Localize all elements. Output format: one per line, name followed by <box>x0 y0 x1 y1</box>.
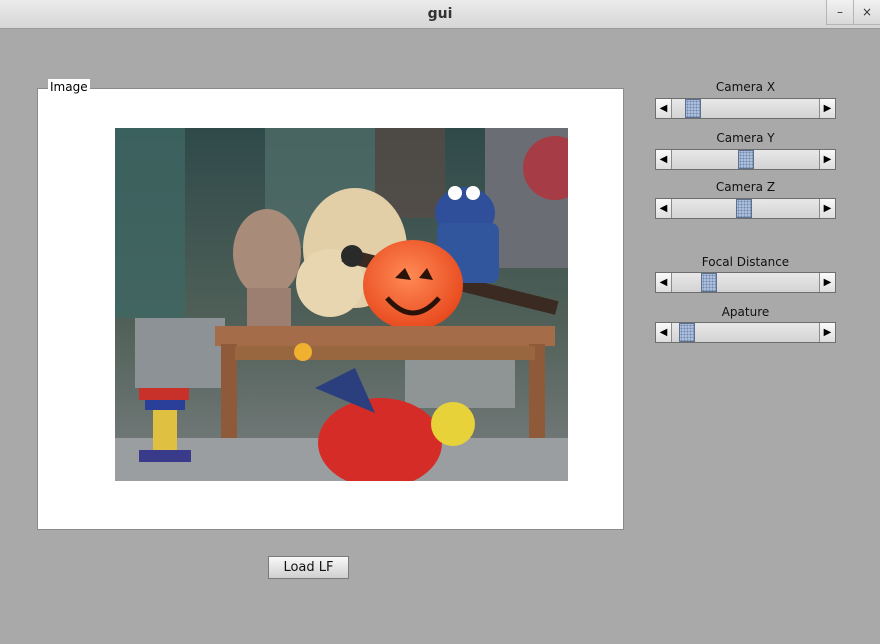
window-controls: – × <box>826 0 880 26</box>
arrow-left-icon[interactable]: ◀ <box>656 150 672 169</box>
slider-thumb[interactable] <box>700 273 717 292</box>
camera-z-label: Camera Z <box>715 180 776 194</box>
load-lf-button[interactable]: Load LF <box>268 556 349 579</box>
arrow-left-icon[interactable]: ◀ <box>656 273 672 292</box>
slider-thumb[interactable] <box>737 150 754 169</box>
slider-track[interactable] <box>672 199 819 218</box>
minimize-button[interactable]: – <box>826 0 853 25</box>
image-panel-label: Image <box>48 79 90 95</box>
camera-y-slider[interactable]: ◀ ▶ <box>655 149 836 170</box>
arrow-right-icon[interactable]: ▶ <box>819 273 835 292</box>
slider-thumb[interactable] <box>678 323 695 342</box>
arrow-left-icon[interactable]: ◀ <box>656 323 672 342</box>
arrow-right-icon[interactable]: ▶ <box>819 323 835 342</box>
slider-thumb[interactable] <box>685 99 702 118</box>
slider-track[interactable] <box>672 150 819 169</box>
arrow-right-icon[interactable]: ▶ <box>819 199 835 218</box>
light-field-image <box>115 128 568 481</box>
camera-x-label: Camera X <box>715 80 776 94</box>
arrow-right-icon[interactable]: ▶ <box>819 150 835 169</box>
arrow-left-icon[interactable]: ◀ <box>656 99 672 118</box>
arrow-right-icon[interactable]: ▶ <box>819 99 835 118</box>
arrow-left-icon[interactable]: ◀ <box>656 199 672 218</box>
scene-image <box>115 128 568 481</box>
apature-label: Apature <box>721 305 770 319</box>
slider-thumb[interactable] <box>736 199 753 218</box>
close-button[interactable]: × <box>853 0 880 25</box>
slider-track[interactable] <box>672 99 819 118</box>
camera-x-slider[interactable]: ◀ ▶ <box>655 98 836 119</box>
window-title: gui <box>427 6 453 22</box>
slider-track[interactable] <box>672 323 819 342</box>
focal-distance-slider[interactable]: ◀ ▶ <box>655 272 836 293</box>
focal-distance-label: Focal Distance <box>701 255 790 269</box>
apature-slider[interactable]: ◀ ▶ <box>655 322 836 343</box>
title-bar: gui – × <box>0 0 880 29</box>
camera-z-slider[interactable]: ◀ ▶ <box>655 198 836 219</box>
camera-y-label: Camera Y <box>716 131 775 145</box>
slider-track[interactable] <box>672 273 819 292</box>
